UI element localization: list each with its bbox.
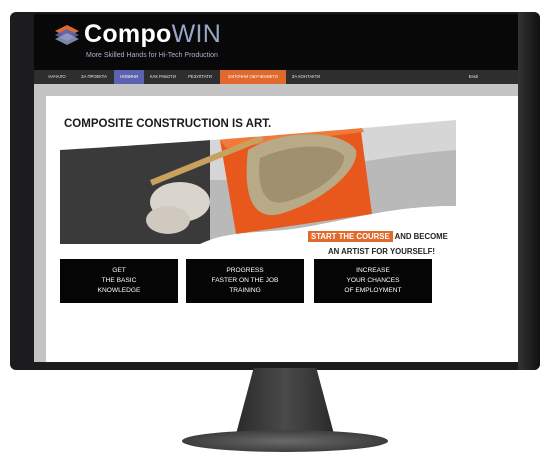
logo-icon <box>55 25 79 45</box>
nav-item-news[interactable]: НОВИНИ <box>114 70 144 84</box>
nav-item-home[interactable]: НАЧАЛО <box>40 70 74 84</box>
main-nav: НАЧАЛО ЗА ПРОЕКТА НОВИНИ КАК РАБОТИ РЕЗУ… <box>34 70 518 84</box>
feature-box-text: INCREASE YOUR CHANCES OF EMPLOYMENT <box>344 267 402 294</box>
logo-accent: WIN <box>171 20 222 48</box>
logo-main: Compo <box>84 20 172 48</box>
start-course-button[interactable]: START THE COURSE <box>308 231 393 242</box>
nav-item-how-it-works[interactable]: КАК РАБОТИ <box>144 70 182 84</box>
monitor-stand-neck <box>236 368 334 434</box>
nav-item-contacts[interactable]: ЗА КОНТАКТИ <box>286 70 326 84</box>
cta-rest: AND BECOME <box>392 232 448 241</box>
nav-item-start-training[interactable]: ЗАПОЧНИ ОБУЧЕНИЕТО <box>220 70 286 84</box>
nav-item-results[interactable]: РЕЗУЛТАТИ <box>182 70 218 84</box>
cta-line-2: AN ARTIST FOR YOURSELF! <box>328 247 435 256</box>
monitor-stand-base <box>182 430 388 452</box>
feature-box-employment[interactable]: INCREASE YOUR CHANCES OF EMPLOYMENT <box>314 259 432 303</box>
hero-image <box>60 110 456 244</box>
feature-box-knowledge[interactable]: GET THE BASIC KNOWLEDGE <box>60 259 178 303</box>
site-tagline: More Skilled Hands for Hi-Tech Productio… <box>86 52 218 59</box>
nav-item-about[interactable]: ЗА ПРОЕКТА <box>74 70 114 84</box>
language-selector[interactable]: Eesti <box>469 70 478 84</box>
site-header: CompoWIN More Skilled Hands for Hi-Tech … <box>34 14 518 70</box>
feature-box-training[interactable]: PROGRESS FASTER ON THE JOB TRAINING <box>186 259 304 303</box>
browser-screen: CompoWIN More Skilled Hands for Hi-Tech … <box>34 14 518 362</box>
feature-box-text: PROGRESS FASTER ON THE JOB TRAINING <box>211 267 279 294</box>
feature-box-text: GET THE BASIC KNOWLEDGE <box>97 267 141 294</box>
monitor-edge <box>518 12 540 370</box>
page-content: COMPOSITE CONSTRUCTION IS ART. START THE… <box>46 96 518 362</box>
hero-title: COMPOSITE CONSTRUCTION IS ART. <box>64 118 272 130</box>
site-logo[interactable]: CompoWIN <box>84 20 221 49</box>
cta-line-1: START THE COURSE AND BECOME <box>308 231 448 242</box>
